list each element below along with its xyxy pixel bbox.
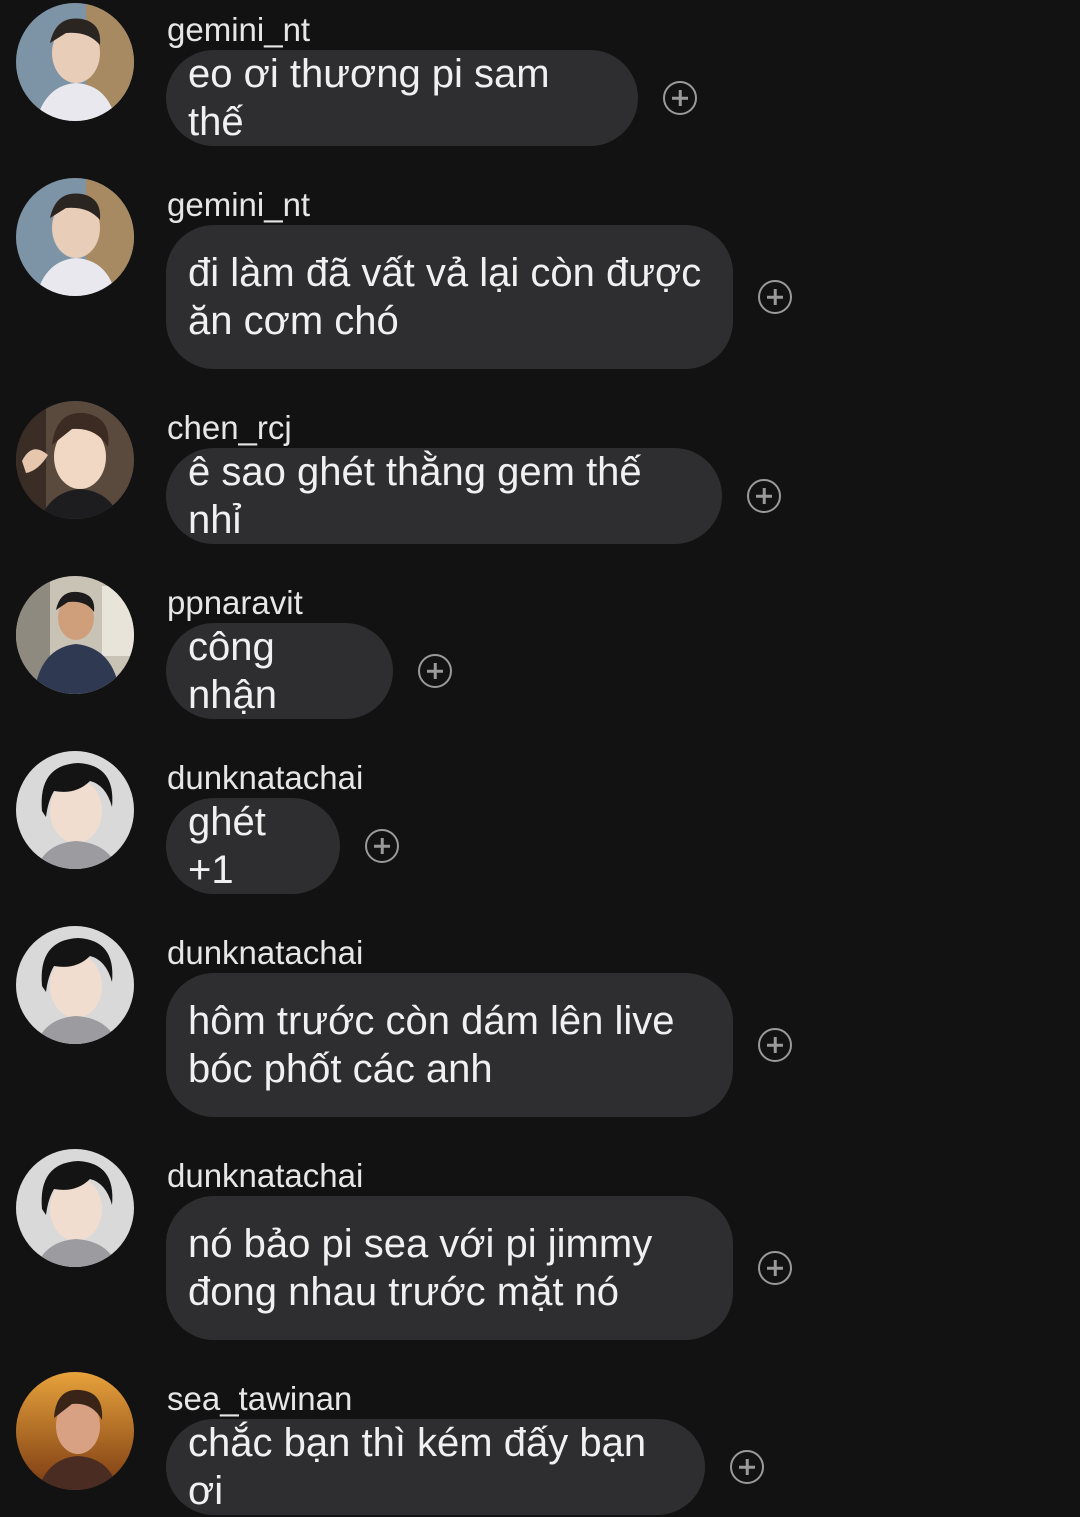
username[interactable]: chen_rcj <box>167 408 292 448</box>
avatar-image <box>16 178 134 296</box>
avatar-image <box>16 751 134 869</box>
message-bubble[interactable]: đi làm đã vất vả lại còn được ăn cơm chó <box>166 225 733 369</box>
message-text: hôm trước còn dám lên live bóc phốt các … <box>188 999 675 1091</box>
username[interactable]: dunknatachai <box>167 1156 363 1196</box>
avatar[interactable] <box>16 178 134 296</box>
add-reaction-icon[interactable] <box>730 1450 764 1484</box>
add-reaction-icon[interactable] <box>365 829 399 863</box>
message-bubble[interactable]: công nhận <box>166 623 393 719</box>
message-bubble[interactable]: chắc bạn thì kém đấy bạn ơi <box>166 1419 705 1515</box>
message-bubble[interactable]: hôm trước còn dám lên live bóc phốt các … <box>166 973 733 1117</box>
message-row: gemini_nt eo ơi thương pi sam thế <box>0 0 1080 160</box>
message-text: chắc bạn thì kém đấy bạn ơi <box>188 1421 647 1513</box>
add-reaction-icon[interactable] <box>758 1251 792 1285</box>
avatar-image <box>16 401 134 519</box>
avatar-image <box>16 926 134 1044</box>
username[interactable]: gemini_nt <box>167 185 310 225</box>
avatar-image <box>16 1372 134 1490</box>
add-reaction-icon[interactable] <box>758 280 792 314</box>
avatar[interactable] <box>16 1372 134 1490</box>
comment-thread: gemini_nt eo ơi thương pi sam thế gemini… <box>0 0 1080 1517</box>
message-bubble[interactable]: nó bảo pi sea với pi jimmy đong nhau trư… <box>166 1196 733 1340</box>
message-bubble[interactable]: eo ơi thương pi sam thế <box>166 50 638 146</box>
message-text: ghét +1 <box>188 800 266 892</box>
add-reaction-icon[interactable] <box>418 654 452 688</box>
add-reaction-icon[interactable] <box>747 479 781 513</box>
username[interactable]: ppnaravit <box>167 583 303 623</box>
message-bubble[interactable]: ê sao ghét thằng gem thế nhỉ <box>166 448 722 544</box>
add-reaction-icon[interactable] <box>663 81 697 115</box>
username[interactable]: dunknatachai <box>167 933 363 973</box>
message-row: ppnaravit công nhận <box>0 573 1080 733</box>
message-row: dunknatachai nó bảo pi sea với pi jimmy … <box>0 1146 1080 1361</box>
avatar[interactable] <box>16 926 134 1044</box>
avatar[interactable] <box>16 3 134 121</box>
avatar-image <box>16 1149 134 1267</box>
username[interactable]: gemini_nt <box>167 10 310 50</box>
message-row: sea_tawinan chắc bạn thì kém đấy bạn ơi <box>0 1369 1080 1517</box>
avatar[interactable] <box>16 401 134 519</box>
avatar-image <box>16 576 134 694</box>
avatar[interactable] <box>16 576 134 694</box>
message-text: công nhận <box>188 625 277 717</box>
add-reaction-icon[interactable] <box>758 1028 792 1062</box>
message-text: nó bảo pi sea với pi jimmy đong nhau trư… <box>188 1222 653 1314</box>
message-row: gemini_nt đi làm đã vất vả lại còn được … <box>0 175 1080 390</box>
message-text: ê sao ghét thằng gem thế nhỉ <box>188 450 642 542</box>
message-row: dunknatachai ghét +1 <box>0 748 1080 908</box>
message-row: dunknatachai hôm trước còn dám lên live … <box>0 923 1080 1138</box>
avatar[interactable] <box>16 1149 134 1267</box>
username[interactable]: sea_tawinan <box>167 1379 352 1419</box>
avatar[interactable] <box>16 751 134 869</box>
message-text: eo ơi thương pi sam thế <box>188 52 550 144</box>
avatar-image <box>16 3 134 121</box>
message-row: chen_rcj ê sao ghét thằng gem thế nhỉ <box>0 398 1080 558</box>
username[interactable]: dunknatachai <box>167 758 363 798</box>
message-text: đi làm đã vất vả lại còn được ăn cơm chó <box>188 251 702 343</box>
message-bubble[interactable]: ghét +1 <box>166 798 340 894</box>
